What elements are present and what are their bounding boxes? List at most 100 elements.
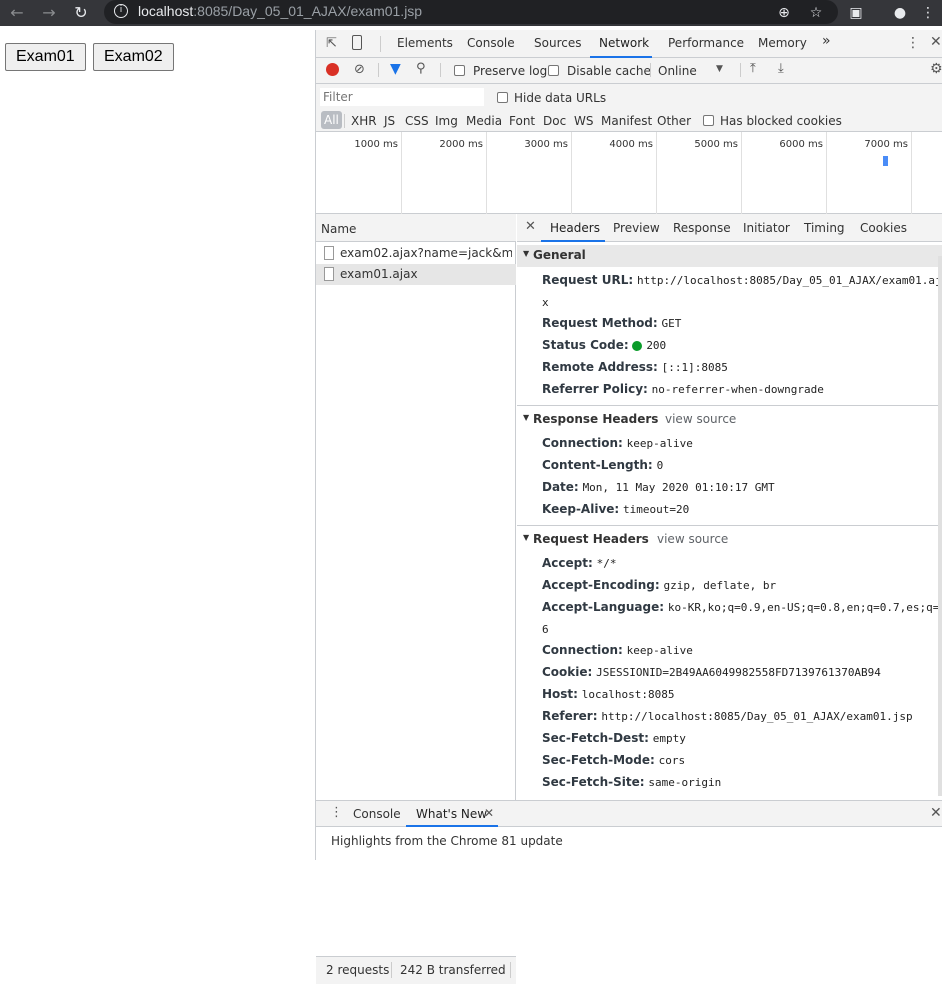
drawer-menu-icon[interactable]: ⋮ [330, 805, 343, 820]
filter-type-doc[interactable]: Doc [543, 114, 566, 128]
header-value: localhost:8085 [581, 688, 675, 701]
timeline-gridline [741, 132, 742, 214]
star-icon[interactable]: ☆ [806, 3, 826, 23]
header-line: Sec-Fetch-Mode: cors [542, 753, 685, 767]
chevron-down-icon[interactable]: ▼ [716, 64, 723, 74]
view-source-link[interactable]: view source [665, 412, 736, 426]
request-row[interactable]: exam02.ajax?name=jack&msg... [316, 243, 516, 264]
filter-input[interactable] [320, 88, 484, 106]
preserve-log-checkbox[interactable] [454, 65, 465, 76]
close-tab-icon[interactable]: ✕ [484, 806, 494, 820]
name-column-header[interactable]: Name [321, 222, 356, 236]
header-line: Keep-Alive: timeout=20 [542, 502, 689, 516]
info-icon[interactable]: i [114, 4, 128, 18]
header-value: ko-KR,ko;q=0.9,en-US;q=0.8,en;q=0.7,es;q… [667, 601, 942, 614]
header-value: keep-alive [626, 437, 693, 450]
filter-type-img[interactable]: Img [435, 114, 458, 128]
device-toolbar-icon[interactable] [352, 35, 362, 50]
forward-icon[interactable]: → [38, 2, 60, 24]
network-overview-timeline[interactable]: 1000 ms 2000 ms 3000 ms 4000 ms 5000 ms … [316, 132, 942, 214]
header-value: GET [661, 317, 682, 330]
throttle-select[interactable]: Online [658, 64, 697, 78]
reload-icon[interactable]: ↻ [70, 2, 92, 24]
filter-type-manifest[interactable]: Manifest [601, 114, 652, 128]
filter-type-font[interactable]: Font [509, 114, 535, 128]
filter-type-js[interactable]: JS [384, 114, 395, 128]
drawer-tab-whats-new[interactable]: What's New [416, 807, 487, 821]
zoom-icon[interactable]: ⊕ [774, 3, 794, 23]
divider [650, 63, 651, 77]
exam02-button[interactable]: Exam02 [93, 43, 174, 71]
header-key: Status Code: [542, 338, 629, 352]
general-section-header[interactable]: ▼ General [517, 245, 942, 267]
view-source-link[interactable]: view source [657, 532, 728, 546]
header-key: Accept-Encoding: [542, 578, 660, 592]
response-headers-section-header[interactable]: ▼ Response Headers view source [517, 409, 942, 431]
tab-preview[interactable]: Preview [613, 221, 660, 235]
filter-type-css[interactable]: CSS [405, 114, 429, 128]
tab-elements[interactable]: Elements [397, 36, 453, 50]
filter-type-other[interactable]: Other [657, 114, 691, 128]
transferred-size: 242 B transferred [400, 963, 506, 977]
request-count: 2 requests [326, 963, 390, 977]
filter-type-ws[interactable]: WS [574, 114, 593, 128]
import-har-icon[interactable]: ⤒ [750, 61, 756, 76]
clear-icon[interactable]: ⊘ [354, 62, 365, 77]
network-toolbar: ⊘ ▼ ⚲ Preserve log Disable cache Online … [316, 58, 942, 84]
request-name: exam02.ajax?name=jack&msg... [340, 246, 512, 260]
close-detail-icon[interactable]: ✕ [525, 219, 536, 234]
divider [510, 962, 511, 978]
close-devtools-icon[interactable]: ✕ [930, 34, 942, 50]
hide-data-urls-label: Hide data URLs [514, 91, 607, 105]
hide-data-urls-checkbox[interactable] [497, 92, 508, 103]
header-line: Cookie: JSESSIONID=2B49AA6049982558FD713… [542, 665, 881, 679]
tab-headers[interactable]: Headers [550, 221, 600, 235]
preserve-log-label: Preserve log [473, 64, 548, 78]
disable-cache-checkbox[interactable] [548, 65, 559, 76]
header-value: */* [596, 557, 617, 570]
inspect-icon[interactable]: ⇱ [326, 36, 337, 51]
record-icon[interactable] [326, 63, 339, 76]
export-har-icon[interactable]: ⤓ [778, 61, 784, 76]
header-value: gzip, deflate, br [663, 579, 777, 592]
tab-network[interactable]: Network [599, 36, 649, 50]
tab-response[interactable]: Response [673, 221, 731, 235]
back-icon[interactable]: ← [6, 2, 28, 24]
filter-type-media[interactable]: Media [466, 114, 502, 128]
request-headers-section-header[interactable]: ▼ Request Headers view source [517, 529, 942, 551]
kebab-menu-icon[interactable]: ⋮ [906, 35, 920, 51]
filter-type-all[interactable]: All [321, 111, 342, 129]
exam01-button[interactable]: Exam01 [5, 43, 86, 71]
tab-performance[interactable]: Performance [668, 36, 744, 50]
header-line: Request Method: GET [542, 316, 681, 330]
document-icon [324, 246, 334, 260]
tab-memory[interactable]: Memory [758, 36, 807, 50]
close-drawer-icon[interactable]: ✕ [930, 805, 942, 821]
drawer-tab-console[interactable]: Console [353, 807, 401, 821]
header-line: Accept: */* [542, 556, 616, 570]
filter-type-xhr[interactable]: XHR [351, 114, 377, 128]
detail-tabbar: ✕ Headers Preview Response Initiator Tim… [517, 214, 942, 242]
header-value: x [542, 296, 549, 309]
blocked-cookies-checkbox[interactable] [703, 115, 714, 126]
tab-sources[interactable]: Sources [534, 36, 581, 50]
tab-timing[interactable]: Timing [804, 221, 845, 235]
timeline-tick-label: 5000 ms [694, 139, 738, 150]
tab-cookies[interactable]: Cookies [860, 221, 907, 235]
filter-bar: Hide data URLs All XHR JS CSS Img Media … [316, 84, 942, 132]
search-icon[interactable]: ⚲ [416, 61, 426, 76]
scrollbar[interactable] [938, 256, 942, 796]
requests-table-header[interactable]: Name [316, 214, 516, 242]
address-bar[interactable]: i localhost:8085/Day_05_01_AJAX/exam01.j… [104, 0, 838, 24]
tab-initiator[interactable]: Initiator [743, 221, 790, 235]
filter-icon[interactable]: ▼ [390, 61, 401, 77]
profile-icon[interactable]: ● [890, 3, 910, 23]
tab-console[interactable]: Console [467, 36, 515, 50]
header-value: timeout=20 [623, 503, 690, 516]
request-headers-title: Request Headers [533, 532, 649, 546]
extension-icon[interactable]: ▣ [846, 3, 866, 23]
request-row-selected[interactable]: exam01.ajax [316, 264, 516, 285]
menu-icon[interactable]: ⋮ [918, 3, 938, 23]
more-tabs-icon[interactable]: » [822, 33, 831, 49]
settings-gear-icon[interactable]: ⚙ [930, 61, 942, 77]
